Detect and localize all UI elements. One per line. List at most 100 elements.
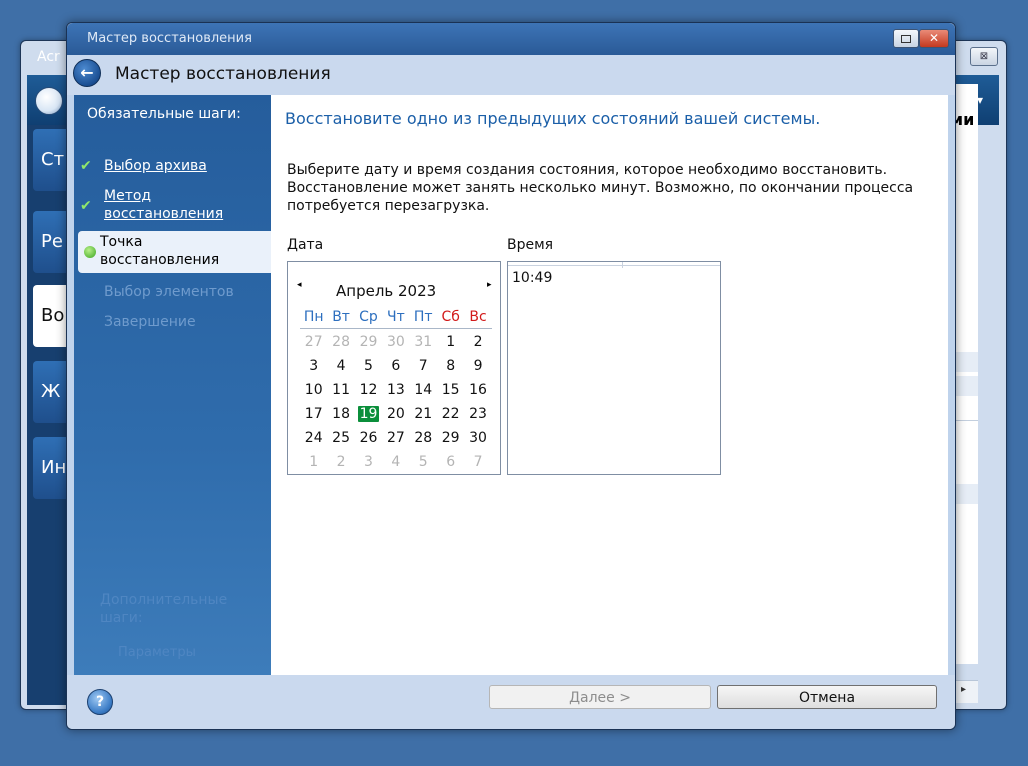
page-title: Восстановите одно из предыдущих состояни…	[285, 109, 821, 128]
calendar-week: 1 2 3 4 5 6 7	[300, 451, 492, 475]
calendar-day[interactable]: 5	[355, 355, 382, 379]
calendar-day[interactable]: 15	[437, 379, 464, 403]
calendar-week: 24 25 26 27 28 29 30	[300, 427, 492, 451]
calendar-day-number: 23	[469, 406, 487, 422]
back-arrow-icon[interactable]: ←	[73, 59, 101, 87]
close-icon[interactable]: ✕	[919, 29, 949, 48]
calendar-day: 29	[355, 331, 382, 355]
weekday-label: Сб	[441, 309, 460, 325]
calendar-day[interactable]: 18	[327, 403, 354, 427]
time-list-item[interactable]: 10:49	[512, 270, 552, 286]
wizard-content: Восстановите одно из предыдущих состояни…	[271, 95, 948, 675]
calendar-day-number: 1	[309, 454, 319, 470]
additional-steps-title: Дополнительные шаги:	[100, 592, 228, 626]
calendar-day[interactable]: 1	[437, 331, 464, 355]
date-calendar: ◂ Апрель 2023 ▸ Пн Вт Ср Чт Пт Сб Вс 27 28 29 30 31…	[287, 261, 501, 475]
time-list: 10:49	[507, 261, 721, 475]
calendar-day-number: 1	[446, 334, 456, 350]
wizard-window-title: Мастер восстановления	[87, 31, 252, 46]
step-label: Выбор архива	[104, 158, 207, 174]
calendar-day[interactable]: 4	[327, 355, 354, 379]
calendar-day-number: 8	[446, 358, 456, 374]
calendar-week: 17 18 19 20 21 22 23	[300, 403, 492, 427]
calendar-week: 3 4 5 6 7 8 9	[300, 355, 492, 379]
cancel-button[interactable]: Отмена	[717, 685, 937, 709]
calendar-day-number: 4	[336, 358, 346, 374]
restore-window-icon[interactable]	[893, 29, 919, 48]
step-select-archive[interactable]: ✔ Выбор архива	[80, 157, 266, 175]
background-close-icon[interactable]: ⊠	[970, 47, 998, 66]
calendar-day: 4	[382, 451, 409, 475]
help-icon[interactable]: ?	[87, 689, 113, 715]
calendar-day-number: 25	[332, 430, 350, 446]
calendar-day-number: 9	[473, 358, 483, 374]
calendar-day-number: 28	[332, 334, 350, 350]
next-button[interactable]: Далее >	[489, 685, 711, 709]
calendar-day[interactable]: 28	[410, 427, 437, 451]
calendar-day-number: 31	[414, 334, 433, 350]
next-month-icon[interactable]: ▸	[487, 280, 492, 290]
calendar-day: 7	[464, 451, 491, 475]
steps-panel: Обязательные шаги: ✔ Выбор архива ✔ Мето…	[74, 95, 271, 675]
calendar-day[interactable]: 23	[464, 403, 491, 427]
calendar-day-number: 15	[441, 382, 460, 398]
calendar-day[interactable]: 21	[410, 403, 437, 427]
calendar-day-number: 28	[414, 430, 433, 446]
step-recovery-point[interactable]: Точка восстановления	[78, 231, 271, 273]
calendar-day-number: 18	[332, 406, 350, 422]
calendar-day-number: 17	[304, 406, 323, 422]
weekday-label: Ср	[359, 309, 378, 325]
calendar-day[interactable]: 24	[300, 427, 327, 451]
calendar-day[interactable]: 9	[464, 355, 491, 379]
calendar-day[interactable]: 20	[382, 403, 409, 427]
time-column-divider	[622, 262, 623, 268]
calendar-day[interactable]: 7	[410, 355, 437, 379]
calendar-day[interactable]: 26	[355, 427, 382, 451]
step-parameters: Параметры	[118, 645, 196, 660]
calendar-day[interactable]: 2	[464, 331, 491, 355]
calendar-day[interactable]: 10	[300, 379, 327, 403]
calendar-day: 31	[410, 331, 437, 355]
calendar-day[interactable]: 29	[437, 427, 464, 451]
calendar-day: 3	[355, 451, 382, 475]
time-label: Время	[507, 237, 554, 253]
calendar-day[interactable]: 30	[464, 427, 491, 451]
step-recovery-method[interactable]: ✔ Метод восстановления	[80, 187, 256, 223]
weekday-label: Вт	[332, 309, 350, 325]
scroll-right-icon[interactable]: ▸	[961, 684, 966, 695]
calendar-day-selected[interactable]: 19	[355, 403, 382, 427]
calendar-day: 30	[382, 331, 409, 355]
calendar-day-number: 3	[309, 358, 319, 374]
step-label: Завершение	[104, 314, 196, 330]
calendar-day[interactable]: 3	[300, 355, 327, 379]
calendar-day-number: 6	[391, 358, 401, 374]
calendar-day[interactable]: 22	[437, 403, 464, 427]
calendar-day[interactable]: 14	[410, 379, 437, 403]
calendar-day: 6	[437, 451, 464, 475]
calendar-day-number: 5	[418, 454, 428, 470]
background-app-title: Acr	[37, 49, 60, 65]
checkmark-icon: ✔	[80, 198, 92, 214]
calendar-day-number: 30	[386, 334, 405, 350]
wizard-titlebar: Мастер восстановления ✕	[67, 23, 955, 55]
calendar-day[interactable]: 27	[382, 427, 409, 451]
calendar-day[interactable]: 8	[437, 355, 464, 379]
calendar-day[interactable]: 11	[327, 379, 354, 403]
previous-month-icon[interactable]: ◂	[297, 280, 302, 290]
calendar-day[interactable]: 12	[355, 379, 382, 403]
instruction-text: Выберите дату и время создания состояния…	[287, 162, 914, 214]
weekday-label: Пт	[413, 309, 433, 325]
calendar-day[interactable]: 25	[327, 427, 354, 451]
calendar-day-number: 29	[359, 334, 378, 350]
calendar-day[interactable]: 13	[382, 379, 409, 403]
calendar-day[interactable]: 6	[382, 355, 409, 379]
calendar-week: 10 11 12 13 14 15 16	[300, 379, 492, 403]
calendar-day[interactable]: 17	[300, 403, 327, 427]
calendar-day-number: 21	[414, 406, 433, 422]
weekday-header: Пн Вт Ср Чт Пт Сб Вс	[300, 306, 492, 329]
background-back-icon[interactable]	[35, 87, 63, 115]
calendar-day-number: 26	[359, 430, 378, 446]
calendar-day-number: 2	[336, 454, 346, 470]
calendar-day[interactable]: 16	[464, 379, 491, 403]
checkmark-icon: ✔	[80, 158, 92, 174]
